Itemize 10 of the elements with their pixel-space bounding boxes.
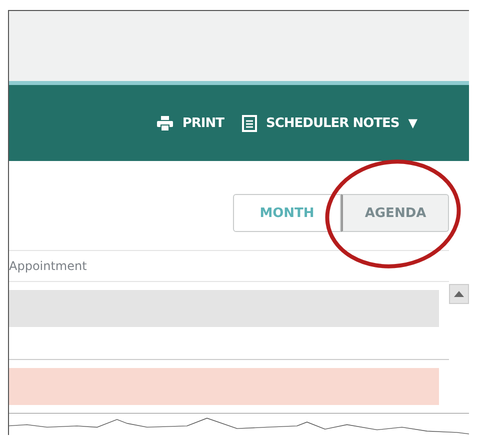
appointment-row[interactable] xyxy=(9,290,439,327)
up-arrow-icon xyxy=(454,291,464,297)
scroll-up-button[interactable] xyxy=(449,284,469,304)
notes-icon xyxy=(242,114,257,132)
column-header: Appointment xyxy=(9,259,87,273)
printer-icon xyxy=(157,116,174,130)
view-tab[interactable]: AGENDA xyxy=(341,194,449,232)
notes-button[interactable]: SCHEDULER NOTES ▼ xyxy=(242,114,417,132)
print-button[interactable]: PRINT xyxy=(157,116,224,130)
appointment-row[interactable] xyxy=(9,368,439,405)
